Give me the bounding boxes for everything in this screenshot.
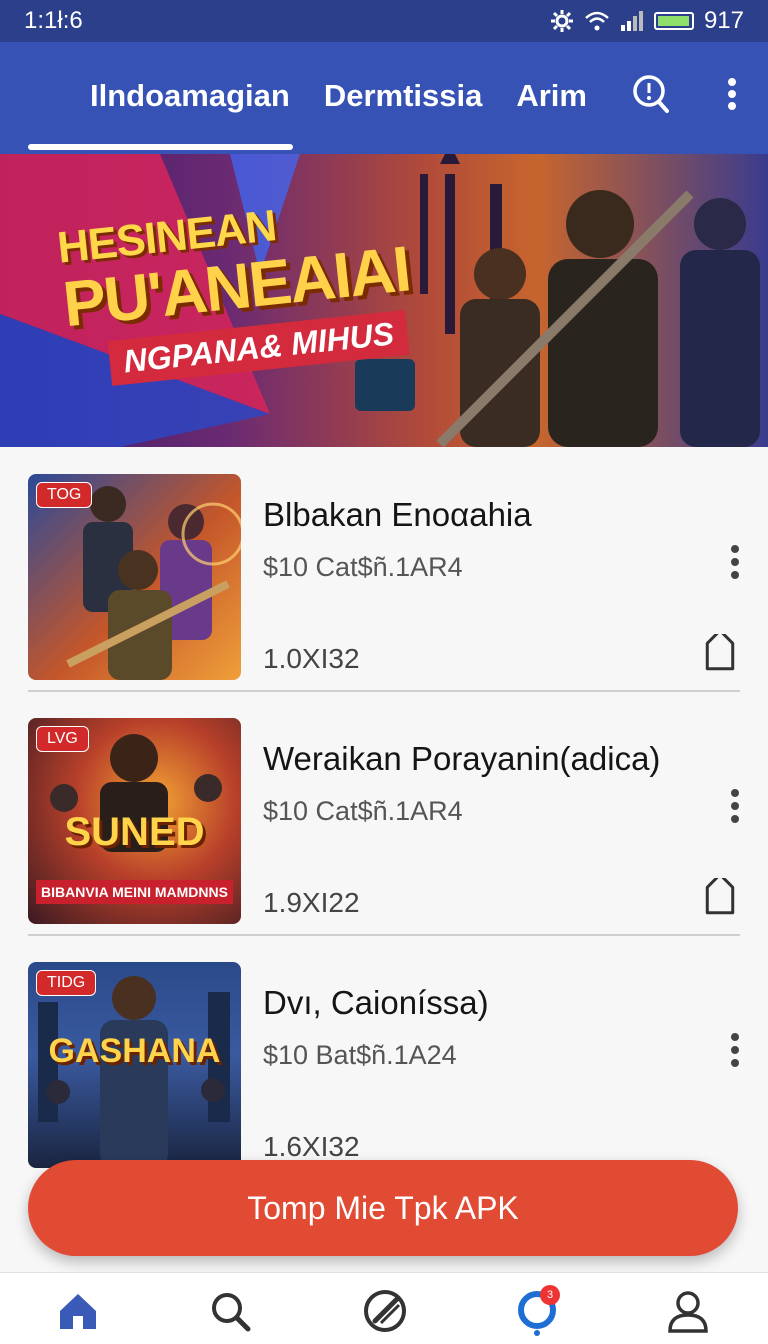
nav-home[interactable] [48, 1285, 108, 1337]
tab-dermtissia[interactable]: Dermtissia [324, 78, 483, 114]
nav-search[interactable] [200, 1285, 260, 1337]
app-size: 1.6XI32 [263, 1131, 360, 1162]
app-size: 1.0XI32 [263, 643, 360, 674]
wifi-icon [585, 11, 609, 31]
thumbnail-strip: BIBANVIA MEINI MAMDNNS [36, 880, 233, 904]
promo-banner[interactable]: HESINEAN PU'ANEAIAI NGPANA& MIHUS [0, 154, 768, 447]
app-title: Weraikan Porayanin(adica) [263, 740, 661, 777]
bottom-nav: 3 [0, 1272, 768, 1344]
item-more-button[interactable] [720, 784, 750, 828]
nav-profile[interactable] [658, 1285, 718, 1337]
overflow-menu-button[interactable] [712, 72, 752, 116]
download-apk-button[interactable]: Tomp Mie Tpk APK [28, 1160, 738, 1256]
item-tag-button[interactable] [698, 629, 742, 678]
notification-badge: 3 [540, 1285, 560, 1305]
thumbnail-tag: LVG [36, 726, 89, 752]
app-subtitle: $10 Bat$ñ.1A24 [263, 1040, 457, 1070]
app-thumbnail: TOG [28, 474, 241, 680]
list-item[interactable]: TIDG GASHANA Dvı, Caioníssa) $10 Bat$ñ.1… [0, 936, 768, 1180]
tab-bar: Ilndoamagian Dermtissia Arim [90, 78, 587, 114]
status-bar: 1:1ł:6 917 [0, 0, 768, 42]
app-subtitle: $10 Cat$ñ.1AR4 [263, 552, 463, 582]
edit-icon [364, 1290, 406, 1332]
tag-icon [705, 873, 735, 915]
thumbnail-tag: TIDG [36, 970, 97, 996]
search-icon [212, 1293, 251, 1332]
app-bar: Ilndoamagian Dermtissia Arim [0, 42, 768, 154]
more-vertical-icon [731, 1033, 739, 1067]
nav-notifications[interactable]: 3 [508, 1285, 568, 1337]
tab-ilndoamagian[interactable]: Ilndoamagian [90, 78, 290, 114]
list-item[interactable]: LVG SUNED BIBANVIA MEINI MAMDNNS Weraika… [0, 692, 768, 936]
status-time: 1:1ł:6 [24, 7, 83, 34]
item-tag-button[interactable] [698, 873, 742, 922]
profile-icon [668, 1291, 708, 1333]
search-icon [633, 75, 669, 113]
search-button[interactable] [631, 72, 671, 116]
app-thumbnail: TIDG GASHANA [28, 962, 241, 1168]
app-subtitle: $10 Cat$ñ.1AR4 [263, 796, 463, 826]
battery-text: 917 [703, 7, 744, 34]
list-item[interactable]: TOG Blbakan Enoαahia $10 Cat$ñ.1AR4 1.0X… [0, 448, 768, 692]
nav-edit[interactable] [355, 1285, 415, 1337]
thumbnail-logo: SUNED [64, 810, 205, 854]
battery-fill [657, 16, 689, 26]
thumbnail-tag: TOG [36, 482, 93, 508]
battery-icon [653, 12, 694, 30]
item-more-button[interactable] [720, 540, 750, 584]
settings-icon [550, 10, 573, 32]
app-title: Blbakan Enoαahia [263, 496, 532, 533]
app-size: 1.9XI22 [263, 887, 360, 918]
active-tab-indicator [28, 144, 293, 150]
signal-icon [620, 11, 643, 31]
tab-arim[interactable]: Arim [516, 78, 587, 114]
more-vertical-icon [731, 545, 739, 579]
tag-icon [705, 629, 735, 671]
home-icon [60, 1294, 96, 1329]
more-vertical-icon [731, 789, 739, 823]
item-more-button[interactable] [720, 1028, 750, 1072]
app-thumbnail: LVG SUNED BIBANVIA MEINI MAMDNNS [28, 718, 241, 924]
thumbnail-logo: GASHANA [48, 1032, 221, 1070]
status-icons: 917 [550, 7, 744, 35]
more-vertical-icon [728, 78, 736, 110]
app-title: Dvı, Caioníssa) [263, 984, 489, 1021]
